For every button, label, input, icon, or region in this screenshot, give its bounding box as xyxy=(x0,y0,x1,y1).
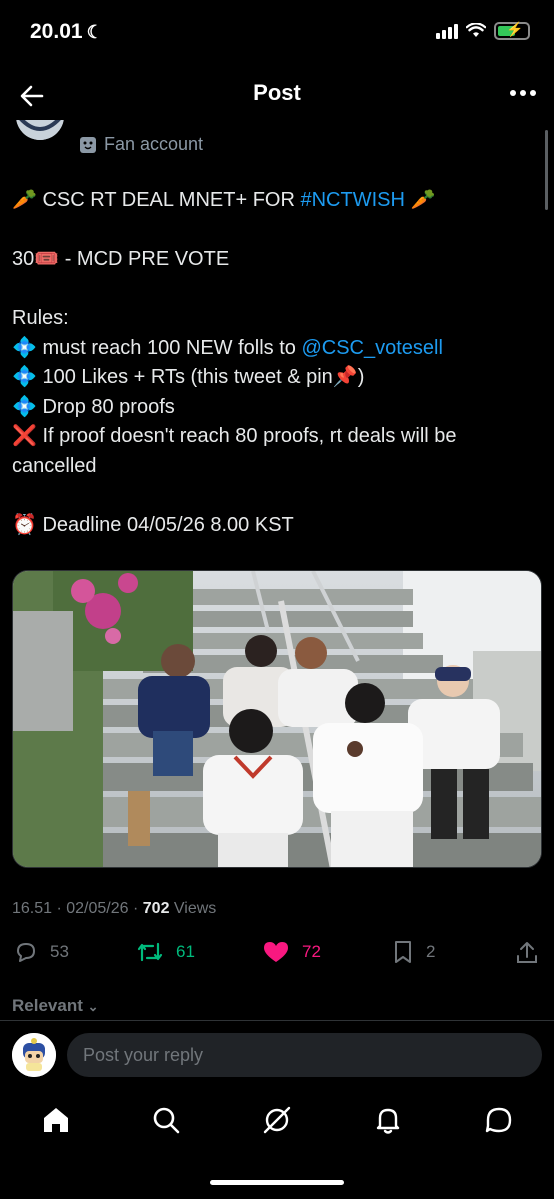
repost-button[interactable]: 61 xyxy=(136,940,195,964)
tweet-meta: 16.51 · 02/05/26 · 702 Views xyxy=(12,900,216,918)
status-time: 20.01 ☾ xyxy=(30,20,103,43)
bottom-nav xyxy=(0,1090,554,1150)
page-title: Post xyxy=(253,80,301,105)
divider xyxy=(0,1020,554,1021)
reply-input[interactable] xyxy=(67,1033,542,1077)
home-icon[interactable] xyxy=(40,1104,72,1136)
chevron-down-icon: ⌄ xyxy=(87,999,99,1014)
status-bar: 20.01 ☾ ⚡ xyxy=(0,0,554,66)
share-button[interactable] xyxy=(514,940,540,966)
cross-mark-emoji: ❌ xyxy=(12,425,37,447)
bell-icon[interactable] xyxy=(372,1104,404,1136)
more-options-icon[interactable] xyxy=(510,90,536,96)
pushpin-emoji: 📌 xyxy=(332,366,358,388)
ticket-emoji: 🎟️ xyxy=(34,248,60,270)
messages-icon[interactable] xyxy=(483,1104,515,1136)
timestamp: 16.51 · 02/05/26 · xyxy=(12,900,143,917)
diamond-emoji: 💠 xyxy=(12,366,37,388)
wifi-icon xyxy=(466,23,486,37)
repost-icon xyxy=(137,942,163,962)
reply-button[interactable]: 53 xyxy=(14,940,69,964)
theater-mask-icon xyxy=(80,136,96,153)
hashtag-link[interactable]: #NCTWISH xyxy=(300,189,404,211)
heart-icon xyxy=(264,942,288,962)
my-avatar[interactable] xyxy=(12,1033,56,1077)
action-bar: 53 61 72 2 xyxy=(12,940,542,970)
replies-sort-dropdown[interactable]: Relevant ⌄ xyxy=(12,996,99,1016)
battery-icon: ⚡ xyxy=(494,21,530,40)
tweet-photo[interactable] xyxy=(12,570,542,868)
diamond-emoji: 💠 xyxy=(12,336,37,359)
bookmark-icon xyxy=(395,941,411,963)
grok-icon[interactable] xyxy=(261,1104,293,1136)
mention-link[interactable]: @CSC_votesell xyxy=(301,337,442,359)
carrot-emoji: 🥕 xyxy=(410,189,436,211)
views-label: Views xyxy=(169,900,217,917)
like-button[interactable]: 72 xyxy=(262,940,321,964)
carrot-emoji: 🥕 xyxy=(12,189,37,211)
share-icon xyxy=(517,942,537,963)
scrollbar[interactable] xyxy=(545,130,548,210)
tweet-text: 🥕 CSC RT DEAL MNET+ FOR #NCTWISH 🥕 30🎟️ … xyxy=(12,189,463,536)
views-count[interactable]: 702 xyxy=(143,900,170,917)
bookmark-button[interactable]: 2 xyxy=(392,940,435,964)
alarm-clock-emoji: ⏰ xyxy=(12,513,37,536)
status-icons: ⚡ xyxy=(436,21,530,40)
diamond-emoji: 💠 xyxy=(12,395,37,418)
signal-icon xyxy=(436,23,458,39)
home-indicator xyxy=(210,1180,344,1185)
post-header: Post xyxy=(0,70,554,120)
fan-account-label: Fan account xyxy=(80,134,203,155)
search-icon[interactable] xyxy=(150,1104,182,1136)
moon-icon: ☾ xyxy=(86,22,103,42)
reply-icon xyxy=(17,943,35,962)
